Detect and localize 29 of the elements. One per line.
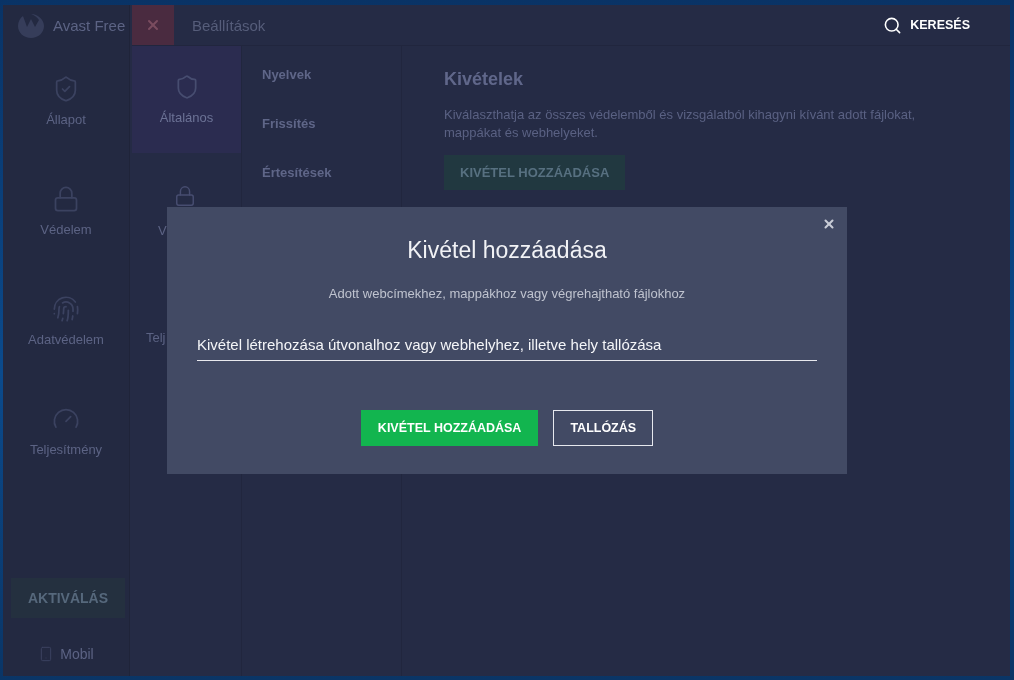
- section-title: Kivételek: [444, 69, 524, 89]
- dialog-title: Kivétel hozzáadása: [407, 237, 607, 263]
- fingerprint-icon: [52, 295, 80, 323]
- dialog-subtitle: Adott webcímekhez, mappákhoz vagy végrehajtható fájlokhoz: [328, 285, 686, 302]
- search-icon: [883, 15, 903, 35]
- nav-item[interactable]: Állapot: [3, 46, 129, 156]
- nav-item[interactable]: Adatvédelem: [3, 266, 129, 376]
- section-description: Kiválaszthatja az összes védelemből és vizsgálatból kihagyni kívánt adott fájlokat, mappákat és webhelyeket.: [444, 106, 917, 142]
- subcategory-item[interactable]: Értesítések: [242, 148, 401, 197]
- search-button[interactable]: KERESÉS: [883, 15, 970, 35]
- subcategory-item[interactable]: Nyelvek: [242, 50, 401, 99]
- category-tab[interactable]: V: [132, 153, 241, 260]
- add-exception-button[interactable]: KIVÉTEL HOZZÁADÁSA: [360, 410, 539, 446]
- nav-item[interactable]: Teljesítmény: [3, 376, 129, 486]
- path-input-field[interactable]: Kivétel létrehozása útvonalhoz vagy webhelyhez, illetve hely tallózása: [197, 333, 817, 361]
- category-tab[interactable]: Általános: [132, 46, 241, 153]
- activate-button[interactable]: AKTIVÁLÁS: [11, 578, 125, 618]
- dialog-close-button[interactable]: [822, 217, 836, 231]
- mobile-link[interactable]: Mobil: [3, 636, 129, 672]
- nav-item[interactable]: Védelem: [3, 156, 129, 266]
- logo-icon: [17, 12, 45, 39]
- lock-icon: [52, 185, 80, 213]
- brand-name: Avast Free: [53, 17, 126, 34]
- add-exception-button[interactable]: KIVÉTEL HOZZÁADÁSA: [444, 155, 626, 190]
- close-icon: [822, 217, 836, 231]
- close-icon: [145, 17, 161, 33]
- category-tab[interactable]: Telj: [132, 260, 170, 367]
- browse-button[interactable]: TALLÓZÁS: [553, 410, 654, 446]
- subcategory-item[interactable]: Frissítés: [242, 99, 401, 148]
